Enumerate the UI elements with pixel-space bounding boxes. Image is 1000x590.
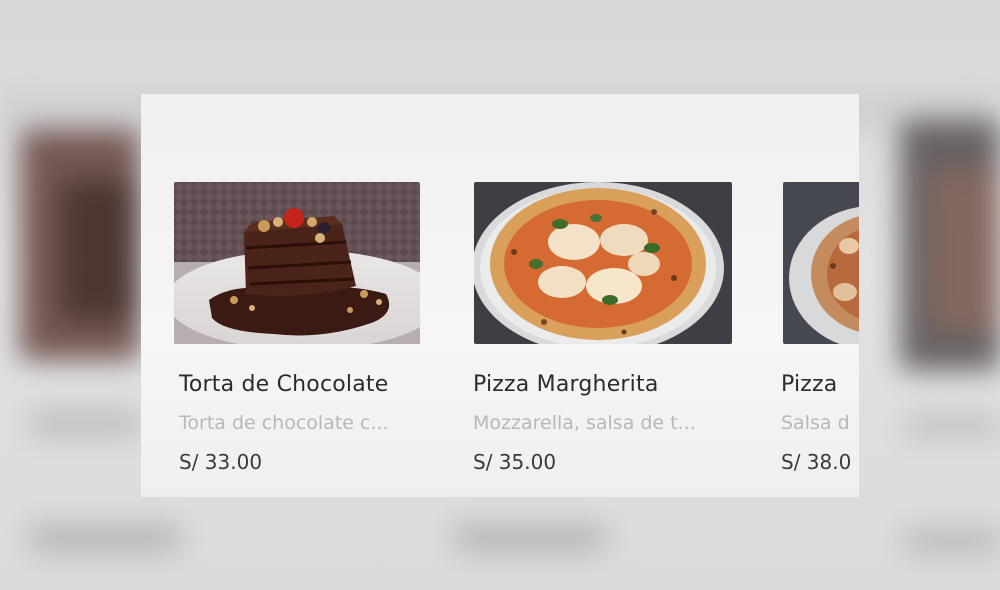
screen: Torta de Chocolate Torta de chocolate c.… [0,0,1000,590]
product-price: S/ 38.0 [781,450,852,474]
product-description: Mozzarella, salsa de t... [473,412,696,434]
product-description: Salsa d [781,412,850,434]
product-name: Torta de Chocolate [179,372,389,397]
product-price: S/ 35.00 [473,450,557,474]
product-name: Pizza [781,372,838,397]
chocolate-cake-image[interactable] [174,182,420,344]
product-description: Torta de chocolate c... [179,412,389,434]
product-carousel: Torta de Chocolate Torta de chocolate c.… [141,94,859,497]
product-price: S/ 33.00 [179,450,263,474]
pizza-image[interactable] [783,182,859,344]
pizza-margherita-image[interactable] [474,182,732,344]
product-name: Pizza Margherita [473,372,659,397]
